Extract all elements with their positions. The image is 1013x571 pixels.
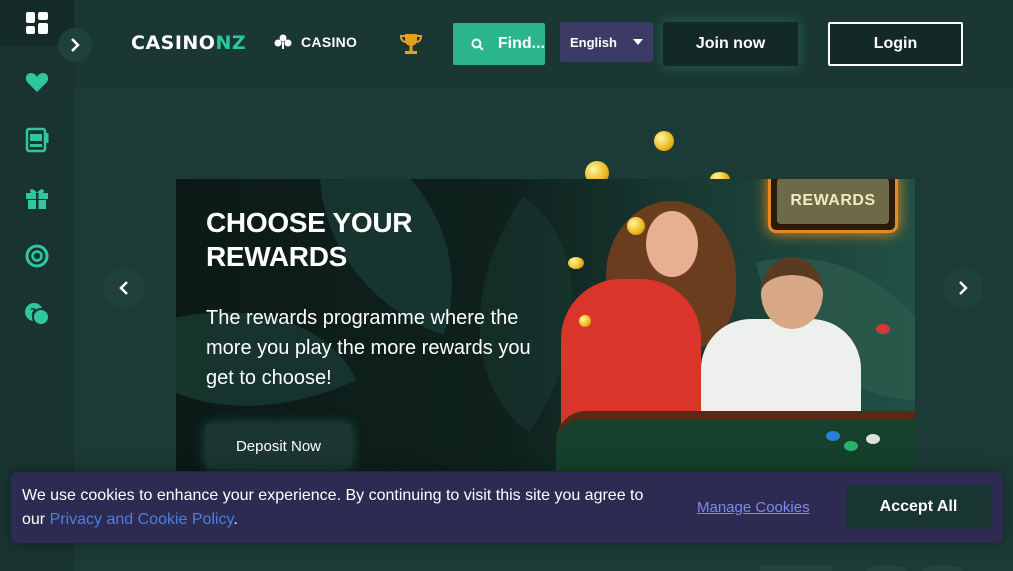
chip-decoration	[866, 434, 880, 444]
hero-banner[interactable]: REWARDS CHOOSE YOUR REWARDS The rewards …	[176, 179, 915, 471]
chevron-left-icon	[119, 281, 128, 295]
search-icon	[471, 38, 484, 51]
coin-decoration	[654, 131, 674, 151]
lifebuoy-icon	[25, 244, 49, 268]
cookie-banner: We use cookies to enhance your experienc…	[11, 472, 1003, 543]
rewards-sign-text: REWARDS	[777, 179, 889, 224]
banner-title: CHOOSE YOUR REWARDS	[206, 207, 413, 272]
join-now-button[interactable]: Join now	[663, 22, 798, 66]
section-next-button[interactable]	[922, 565, 962, 571]
cards-clubs-icon	[274, 34, 292, 49]
carousel-prev-button[interactable]	[104, 268, 144, 308]
logo-accent: NZ	[215, 32, 247, 54]
search-label: Find...	[497, 35, 545, 52]
search-button[interactable]: Find...	[453, 23, 545, 65]
language-value: English	[570, 34, 617, 50]
grid-icon	[26, 12, 48, 34]
roulette-table-illustration	[556, 411, 915, 471]
login-button[interactable]: Login	[828, 22, 963, 66]
slot-machine-icon	[25, 127, 49, 153]
manage-cookies-link[interactable]: Manage Cookies	[697, 499, 810, 516]
chip-decoration	[826, 431, 840, 441]
svg-text:?: ?	[30, 306, 36, 319]
coin-decoration	[568, 257, 584, 269]
site-logo[interactable]: CASINONZ	[131, 32, 246, 54]
support-chat-icon: ?	[25, 303, 50, 326]
tournaments-link[interactable]	[399, 32, 423, 61]
cookie-message: We use cookies to enhance your experienc…	[22, 484, 662, 532]
rewards-sign: REWARDS	[768, 179, 898, 233]
man-head-illustration	[761, 257, 823, 329]
logo-text: CASINO	[131, 32, 216, 54]
casino-nav-label: CASINO	[301, 34, 358, 50]
gift-icon	[26, 189, 48, 209]
sidebar-expand-button[interactable]	[58, 28, 92, 62]
chip-decoration	[876, 324, 890, 334]
coin-decoration	[579, 315, 591, 327]
trophy-icon	[399, 34, 423, 54]
sidebar-support[interactable]	[0, 236, 74, 276]
cookie-text-suffix: .	[233, 511, 238, 528]
woman-face-illustration	[646, 211, 698, 277]
section-control[interactable]	[760, 565, 832, 571]
chevron-down-icon	[633, 39, 643, 45]
deposit-now-button[interactable]: Deposit Now	[206, 424, 351, 468]
chevron-right-icon	[959, 281, 968, 295]
sidebar-slots[interactable]	[0, 120, 74, 160]
chip-decoration	[844, 441, 858, 451]
casino-nav-link[interactable]: CASINO	[273, 34, 357, 50]
sidebar-help[interactable]: ?	[0, 294, 74, 334]
chevron-right-icon	[71, 38, 80, 52]
sidebar-promotions[interactable]	[0, 178, 74, 218]
language-select[interactable]: English	[560, 22, 653, 62]
accept-all-button[interactable]: Accept All	[846, 485, 991, 529]
section-prev-button[interactable]	[866, 565, 906, 571]
heart-icon	[25, 73, 49, 92]
privacy-policy-link[interactable]: Privacy and Cookie Policy	[50, 511, 234, 528]
carousel-next-button[interactable]	[943, 268, 983, 308]
sidebar-favorites[interactable]	[0, 62, 74, 102]
banner-description: The rewards programme where the more you…	[206, 307, 531, 389]
coin-decoration	[627, 217, 645, 235]
